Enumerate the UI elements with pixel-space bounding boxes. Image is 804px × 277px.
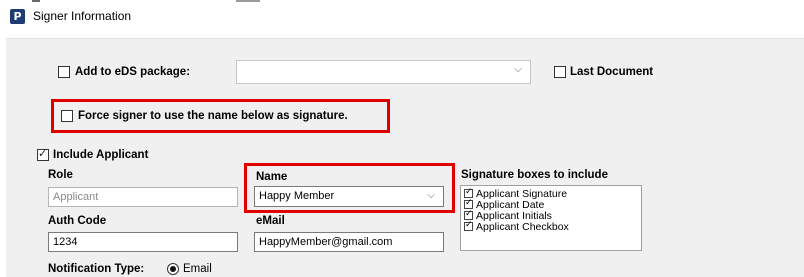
top-strip-mark xyxy=(236,0,260,2)
window-title: Signer Information xyxy=(33,9,132,23)
last-document-label: Last Document xyxy=(570,66,654,78)
role-field[interactable]: Applicant xyxy=(48,187,238,207)
notification-type-label: Notification Type: xyxy=(48,263,145,275)
top-strip-mark xyxy=(32,0,40,2)
role-label: Role xyxy=(48,169,73,181)
name-dropdown[interactable]: Happy Member ⌵ xyxy=(254,186,444,207)
email-radio[interactable] xyxy=(167,263,179,275)
signature-box-label: Applicant Checkbox xyxy=(476,221,569,233)
auth-code-field[interactable]: 1234 xyxy=(48,232,238,252)
email-label: eMail xyxy=(256,215,285,227)
checkbox-checked-icon xyxy=(464,187,473,198)
name-value: Happy Member xyxy=(259,190,335,202)
email-radio-label: Email xyxy=(183,263,212,275)
email-field[interactable]: HappyMember@gmail.com xyxy=(254,232,444,252)
list-item[interactable]: Applicant Checkbox xyxy=(464,220,569,233)
eds-package-checkbox[interactable] xyxy=(58,66,70,78)
radio-selected-icon xyxy=(170,266,176,272)
signature-boxes-label: Signature boxes to include xyxy=(461,169,608,181)
chevron-down-icon: ⌵ xyxy=(514,64,522,75)
force-signer-checkbox[interactable] xyxy=(61,110,73,122)
signature-boxes-list[interactable]: Applicant Signature Applicant Date Appli… xyxy=(460,185,642,251)
eds-package-label: Add to eDS package: xyxy=(75,66,191,78)
force-signer-label: Force signer to use the name below as si… xyxy=(78,110,348,122)
eds-package-dropdown[interactable]: ⌵ xyxy=(236,60,531,84)
checkbox-checked-icon xyxy=(464,209,473,220)
last-document-checkbox[interactable] xyxy=(554,66,566,78)
include-applicant-label: Include Applicant xyxy=(53,149,149,161)
name-label: Name xyxy=(256,171,288,183)
chevron-down-icon: ⌵ xyxy=(427,190,435,201)
app-icon: P xyxy=(10,9,25,24)
auth-code-label: Auth Code xyxy=(48,215,107,227)
include-applicant-checkbox[interactable] xyxy=(37,147,49,161)
checkbox-checked-icon xyxy=(464,220,473,231)
checkbox-checked-icon xyxy=(464,198,473,209)
